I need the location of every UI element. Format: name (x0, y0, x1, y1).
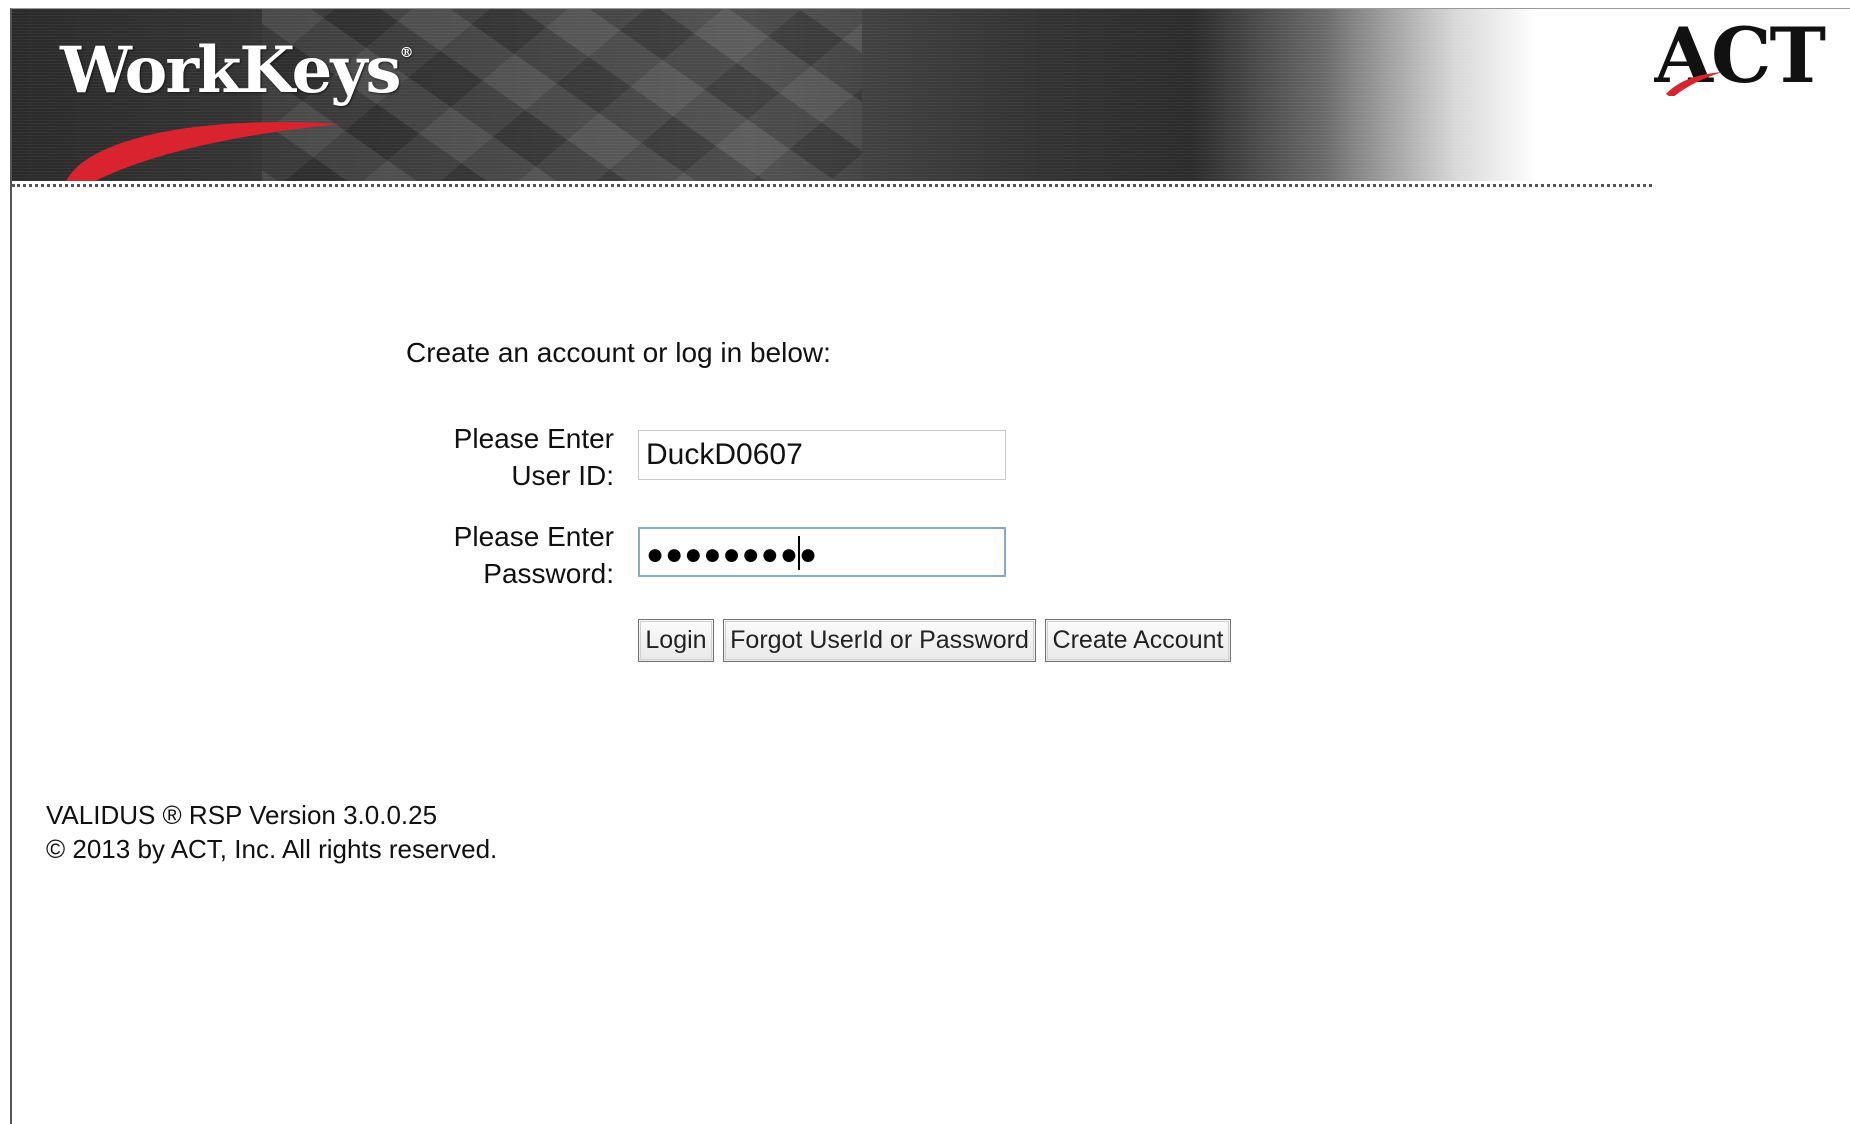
password-label-line1: Please Enter (453, 521, 614, 552)
user-id-label-line1: Please Enter (453, 423, 614, 454)
user-id-label-line2: User ID: (511, 460, 614, 491)
user-id-label: Please Enter User ID: (406, 420, 614, 494)
act-swoosh-icon (1666, 72, 1722, 96)
header-divider (12, 184, 1652, 187)
password-label: Please Enter Password: (406, 518, 614, 592)
login-instructions: Create an account or log in below: (406, 337, 831, 368)
act-logo: ACT (1654, 16, 1850, 96)
header-banner: WorkKeys® (12, 9, 1652, 181)
password-label-line2: Password: (483, 558, 614, 589)
user-id-input[interactable] (638, 430, 1006, 480)
create-account-button[interactable]: Create Account (1045, 619, 1231, 662)
registered-mark: ® (399, 45, 414, 61)
login-button[interactable]: Login (638, 619, 714, 662)
workkeys-logo: WorkKeys® (60, 33, 414, 108)
workkeys-logo-text: WorkKeys (60, 33, 402, 108)
version-text: VALIDUS ® RSP Version 3.0.0.25 (46, 800, 438, 830)
password-input[interactable] (638, 527, 1006, 577)
red-swoosh-icon (66, 122, 340, 181)
text-caret (798, 536, 800, 570)
copyright-text: © 2013 by ACT, Inc. All rights reserved. (46, 834, 498, 864)
forgot-credentials-button[interactable]: Forgot UserId or Password (723, 619, 1036, 662)
